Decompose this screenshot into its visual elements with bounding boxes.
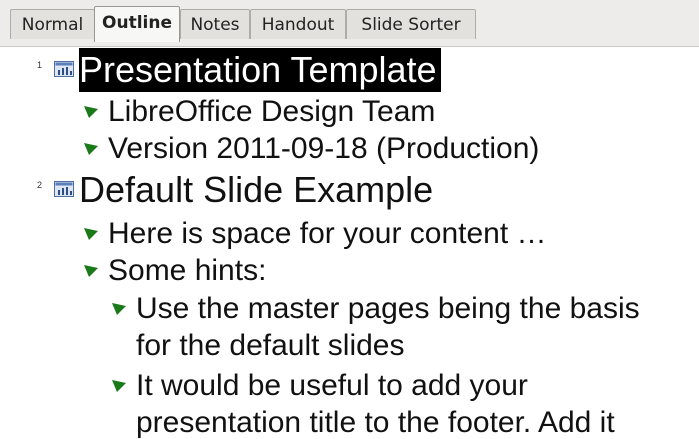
tab-slide-sorter[interactable]: Slide Sorter xyxy=(346,9,476,39)
outline-view[interactable]: 1 Presentation Template LibreOffice Desi… xyxy=(0,46,699,439)
bullet-icon xyxy=(112,303,126,315)
outline-item-text: presentation title to the footer. Add it xyxy=(136,406,615,439)
tab-outline[interactable]: Outline xyxy=(94,6,180,42)
outline-item-text: Version 2011-09-18 (Production) xyxy=(108,132,540,165)
outline-item-text: It would be useful to add your xyxy=(136,369,528,402)
slide-title[interactable]: Presentation Template xyxy=(79,48,441,92)
tab-notes[interactable]: Notes xyxy=(180,9,250,39)
outline-item-text: for the default slides xyxy=(136,329,405,362)
bullet-icon xyxy=(84,106,98,118)
outline-item-text: Use the master pages being the basis xyxy=(136,292,640,325)
slide-number: 1 xyxy=(37,60,43,70)
outline-item-text: LibreOffice Design Team xyxy=(108,95,436,128)
slide-number: 2 xyxy=(37,180,43,190)
slide-title[interactable]: Default Slide Example xyxy=(79,168,433,212)
view-tab-bar: Normal Outline Notes Handout Slide Sorte… xyxy=(0,0,699,47)
slide-icon xyxy=(54,61,74,77)
bullet-icon xyxy=(84,228,98,240)
outline-item-text: Here is space for your content … xyxy=(108,217,547,250)
slide-icon xyxy=(54,181,74,197)
tab-normal[interactable]: Normal xyxy=(10,9,95,39)
outline-item-text: Some hints: xyxy=(108,254,267,287)
tab-handout[interactable]: Handout xyxy=(250,9,346,39)
bullet-icon xyxy=(84,143,98,155)
bullet-icon xyxy=(112,380,126,392)
bullet-icon xyxy=(84,265,98,277)
